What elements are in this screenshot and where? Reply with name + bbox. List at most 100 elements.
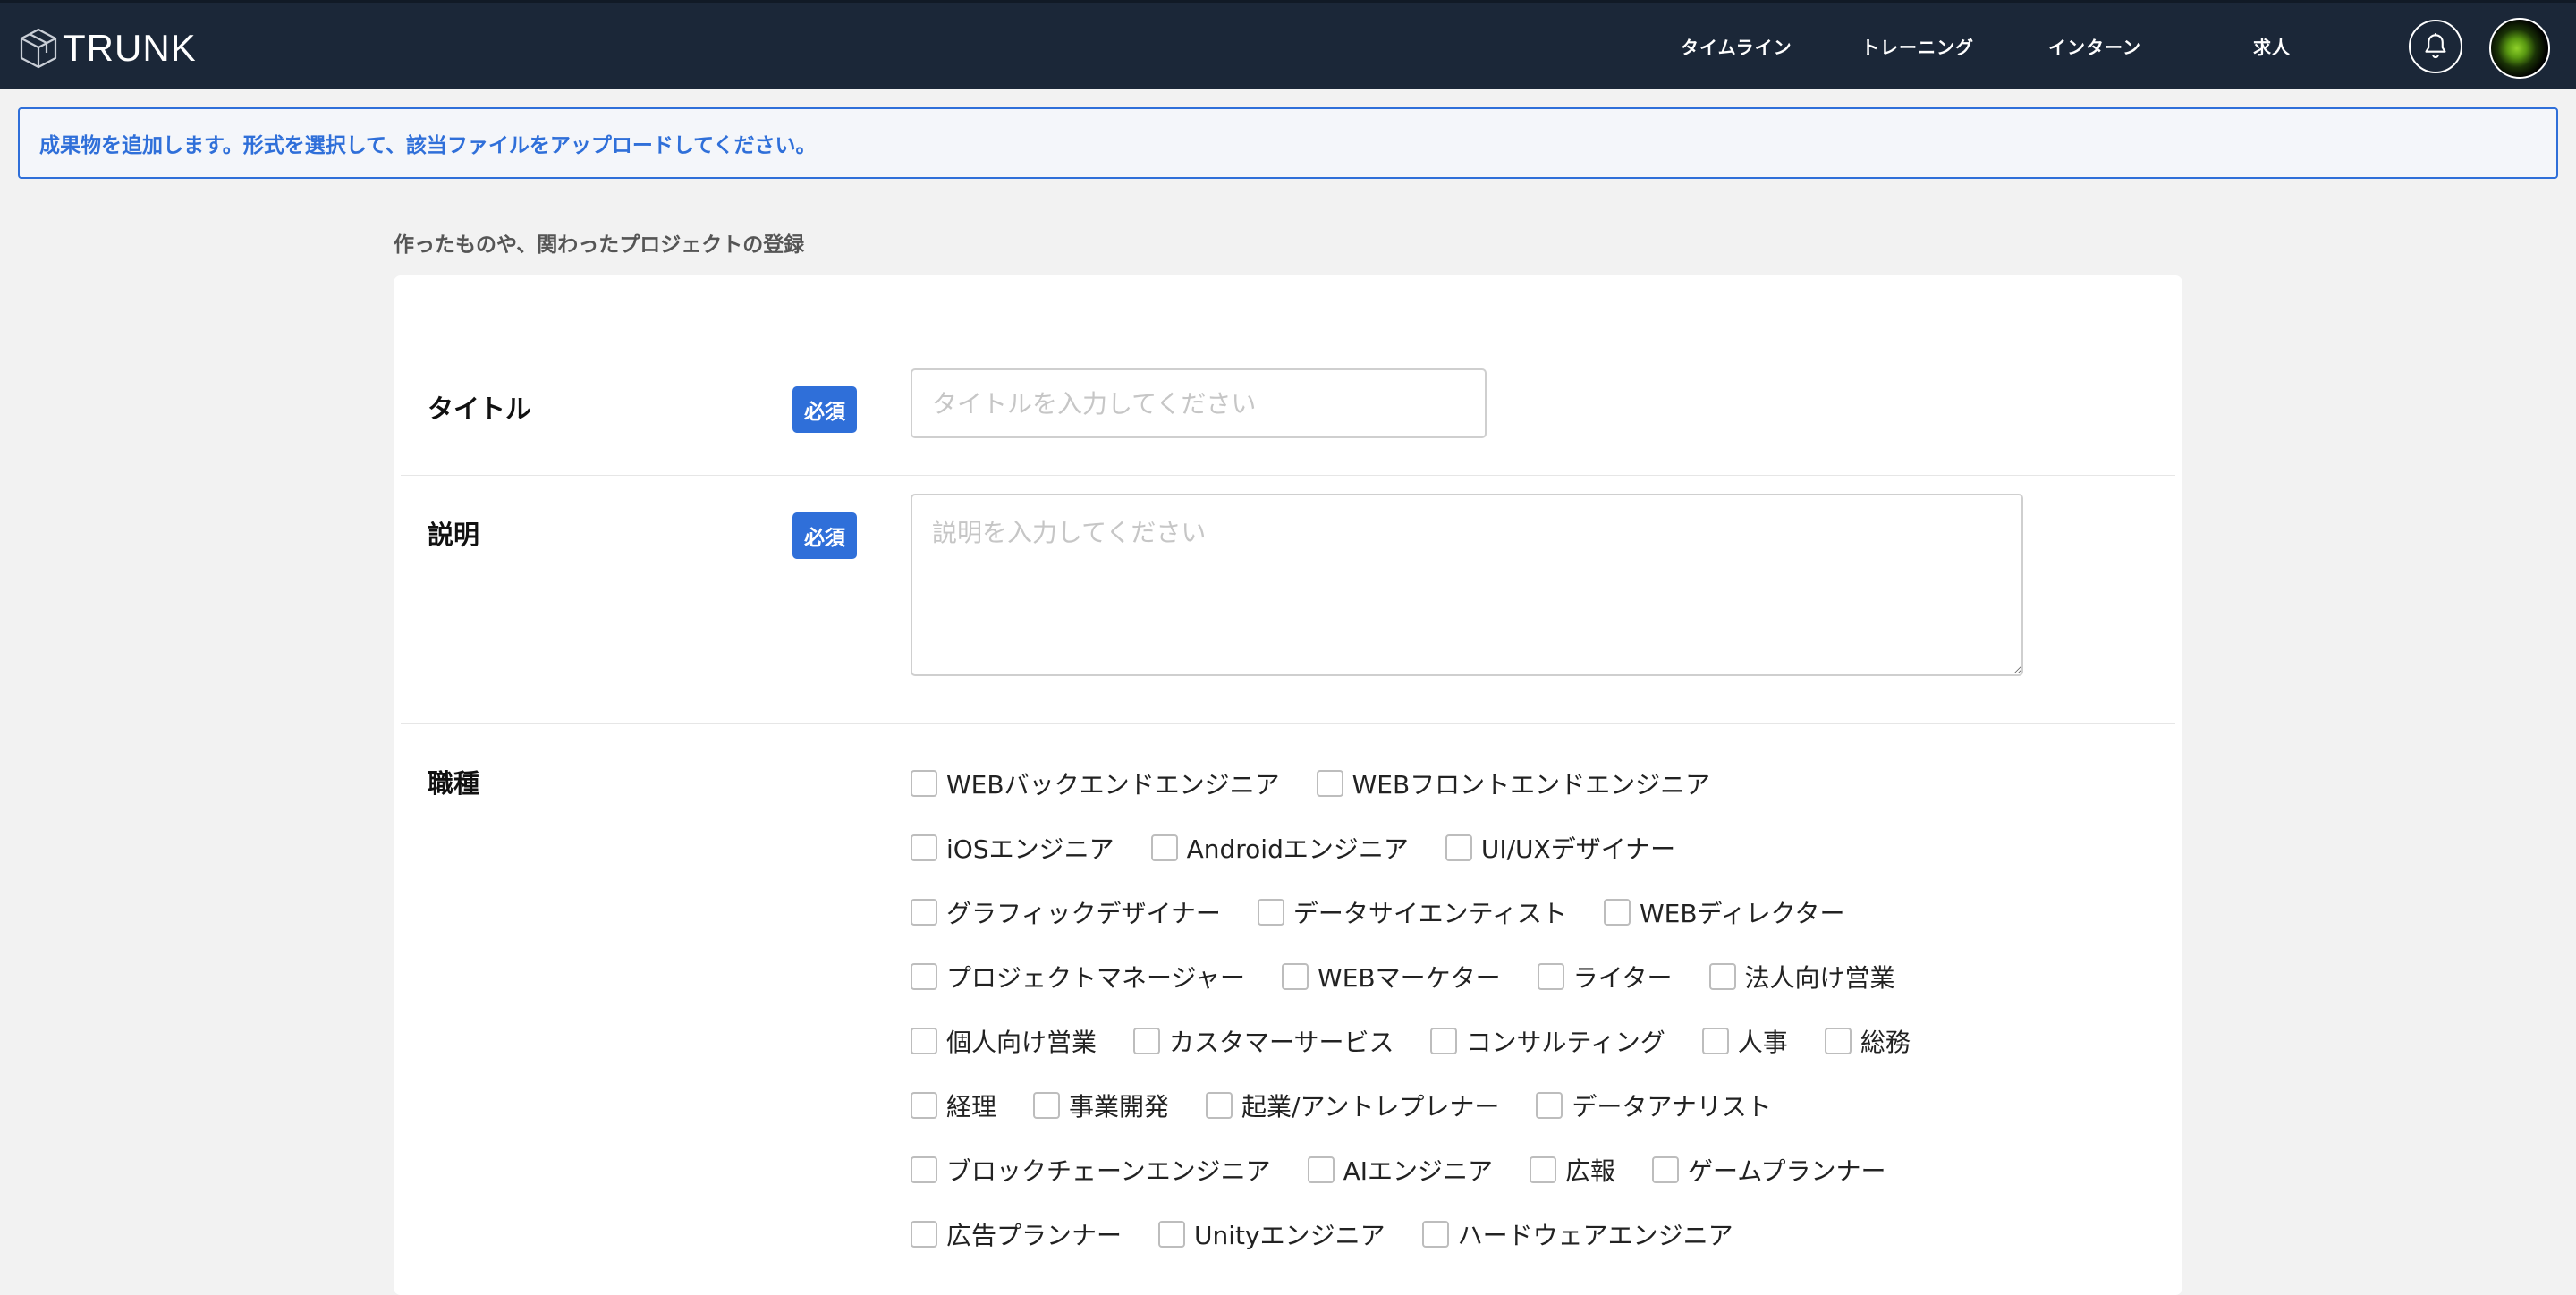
checkbox-graphic-designer[interactable]: グラフィックデザイナー — [911, 894, 1221, 930]
checkbox-row: 広告プランナー Unityエンジニア ハードウェアエンジニア — [911, 1202, 2073, 1266]
checkbox-box[interactable] — [1033, 1092, 1061, 1119]
checkbox-label: ブロックチェーンエンジニア — [946, 1156, 1271, 1186]
checkbox-label: Unityエンジニア — [1194, 1221, 1385, 1250]
nav-training[interactable]: トレーニング — [1861, 33, 1974, 59]
description-required-badge: 必須 — [792, 512, 857, 559]
checkbox-box[interactable] — [911, 899, 937, 926]
checkbox-label: Androidエンジニア — [1186, 834, 1409, 864]
checkbox-unity-engineer[interactable]: Unityエンジニア — [1158, 1216, 1385, 1252]
checkbox-row: グラフィックデザイナー データサイエンティスト WEBディレクター — [911, 880, 2073, 944]
checkbox-label: ハードウェアエンジニア — [1457, 1221, 1733, 1250]
checkbox-web-frontend[interactable]: WEBフロントエンドエンジニア — [1316, 766, 1711, 801]
checkbox-label: WEBフロントエンドエンジニア — [1352, 770, 1711, 800]
checkbox-box[interactable] — [1603, 899, 1631, 926]
checkbox-customer-service[interactable]: カスタマーサービス — [1133, 1023, 1394, 1059]
info-alert: 成果物を追加します。形式を選択して、該当ファイルをアップロードしてください。 — [18, 107, 2558, 179]
checkbox-business-development[interactable]: 事業開発 — [1033, 1088, 1169, 1123]
checkbox-row: プロジェクトマネージャー WEBマーケター ライター 法人向け営業 — [911, 944, 2073, 1009]
checkbox-label: 広告プランナー — [946, 1221, 1123, 1250]
checkbox-row: iOSエンジニア Androidエンジニア UI/UXデザイナー — [911, 816, 2073, 880]
checkbox-box[interactable] — [911, 770, 937, 797]
checkbox-box[interactable] — [911, 1156, 937, 1183]
checkbox-box[interactable] — [911, 1221, 937, 1248]
top-navbar: TRUNK タイムライン トレーニング インターン 求人 — [0, 0, 2576, 89]
checkbox-uiux[interactable]: UI/UXデザイナー — [1445, 830, 1675, 866]
checkbox-box[interactable] — [1537, 963, 1564, 990]
checkbox-box[interactable] — [1158, 1221, 1186, 1248]
user-avatar[interactable] — [2489, 18, 2550, 79]
checkbox-project-manager[interactable]: プロジェクトマネージャー — [911, 959, 1245, 995]
checkbox-entrepreneur[interactable]: 起業/アントレプレナー — [1206, 1088, 1499, 1123]
checkbox-box[interactable] — [1257, 899, 1284, 926]
checkbox-box[interactable] — [1307, 1156, 1335, 1183]
description-label: 説明 — [428, 520, 480, 550]
checkbox-hr[interactable]: 人事 — [1701, 1023, 1788, 1059]
checkbox-data-scientist[interactable]: データサイエンティスト — [1257, 894, 1567, 930]
checkbox-label: 法人向け営業 — [1744, 963, 1895, 993]
checkbox-ai-engineer[interactable]: AIエンジニア — [1307, 1152, 1494, 1188]
checkbox-box[interactable] — [911, 1028, 937, 1054]
checkbox-accounting[interactable]: 経理 — [911, 1088, 996, 1123]
checkbox-box[interactable] — [1316, 770, 1343, 797]
checkbox-box[interactable] — [1445, 834, 1472, 861]
nav-jobs[interactable]: 求人 — [2253, 33, 2291, 59]
checkbox-box[interactable] — [1708, 963, 1736, 990]
checkbox-box[interactable] — [911, 1092, 937, 1119]
checkbox-corporate-sales[interactable]: 法人向け営業 — [1708, 959, 1895, 995]
checkbox-label: グラフィックデザイナー — [946, 899, 1221, 928]
checkbox-label: 経理 — [946, 1092, 997, 1121]
checkbox-box[interactable] — [1282, 963, 1309, 990]
checkbox-blockchain-engineer[interactable]: ブロックチェーンエンジニア — [911, 1152, 1271, 1188]
checkbox-box[interactable] — [1421, 1221, 1449, 1248]
checkbox-label: プロジェクトマネージャー — [946, 963, 1246, 993]
checkbox-label: UI/UXデザイナー — [1480, 834, 1676, 864]
checkbox-row: 個人向け営業 カスタマーサービス コンサルティング 人事 総務 — [911, 1009, 2073, 1073]
checkbox-web-director[interactable]: WEBディレクター — [1603, 894, 1844, 930]
checkbox-writer[interactable]: ライター — [1537, 959, 1673, 995]
bell-icon — [2425, 33, 2446, 59]
checkbox-individual-sales[interactable]: 個人向け営業 — [911, 1023, 1097, 1059]
checkbox-box[interactable] — [1701, 1028, 1729, 1054]
checkbox-label: データアナリスト — [1572, 1092, 1772, 1121]
nav-intern[interactable]: インターン — [2048, 33, 2141, 59]
checkbox-label: 個人向け営業 — [946, 1028, 1097, 1057]
checkbox-label: WEBバックエンドエンジニア — [946, 770, 1280, 800]
job-type-checkbox-group: WEBバックエンドエンジニア WEBフロントエンドエンジニア iOSエンジニア … — [911, 751, 2073, 1266]
checkbox-ad-planner[interactable]: 広告プランナー — [911, 1216, 1122, 1252]
title-input[interactable] — [911, 368, 1487, 438]
nav-timeline[interactable]: タイムライン — [1681, 33, 1792, 59]
notification-button[interactable] — [2409, 20, 2462, 73]
checkbox-data-analyst[interactable]: データアナリスト — [1536, 1088, 1772, 1123]
checkbox-game-planner[interactable]: ゲームプランナー — [1652, 1152, 1886, 1188]
checkbox-label: WEBマーケター — [1318, 963, 1501, 993]
divider — [401, 475, 2175, 476]
trunk-logo[interactable]: TRUNK — [16, 26, 197, 71]
checkbox-ios[interactable]: iOSエンジニア — [911, 830, 1114, 866]
checkbox-consulting[interactable]: コンサルティング — [1430, 1023, 1665, 1059]
checkbox-row: ブロックチェーンエンジニア AIエンジニア 広報 ゲームプランナー — [911, 1138, 2073, 1202]
checkbox-box[interactable] — [1652, 1156, 1680, 1183]
checkbox-label: AIエンジニア — [1343, 1156, 1494, 1186]
checkbox-row: 経理 事業開発 起業/アントレプレナー データアナリスト — [911, 1073, 2073, 1138]
title-label: タイトル — [428, 394, 532, 424]
title-required-badge: 必須 — [792, 386, 857, 433]
checkbox-box[interactable] — [1133, 1028, 1161, 1054]
checkbox-label: 人事 — [1737, 1028, 1788, 1057]
checkbox-general-affairs[interactable]: 総務 — [1824, 1023, 1911, 1059]
checkbox-box[interactable] — [1536, 1092, 1563, 1119]
checkbox-box[interactable] — [911, 963, 937, 990]
checkbox-box[interactable] — [911, 834, 937, 861]
checkbox-hardware-engineer[interactable]: ハードウェアエンジニア — [1421, 1216, 1733, 1252]
checkbox-web-marketer[interactable]: WEBマーケター — [1282, 959, 1501, 995]
checkbox-box[interactable] — [1430, 1028, 1458, 1054]
checkbox-web-backend[interactable]: WEBバックエンドエンジニア — [911, 766, 1280, 801]
checkbox-android[interactable]: Androidエンジニア — [1150, 830, 1409, 866]
checkbox-box[interactable] — [1150, 834, 1178, 861]
section-heading: 作ったものや、関わったプロジェクトの登録 — [394, 233, 805, 257]
description-textarea[interactable] — [911, 494, 2023, 676]
checkbox-box[interactable] — [1206, 1092, 1233, 1119]
checkbox-pr[interactable]: 広報 — [1530, 1152, 1615, 1188]
checkbox-box[interactable] — [1824, 1028, 1852, 1054]
project-form-card: タイトル 必須 説明 必須 職種 WEBバックエンドエンジニア WEBフロントエ… — [394, 275, 2182, 1295]
checkbox-box[interactable] — [1530, 1156, 1557, 1183]
